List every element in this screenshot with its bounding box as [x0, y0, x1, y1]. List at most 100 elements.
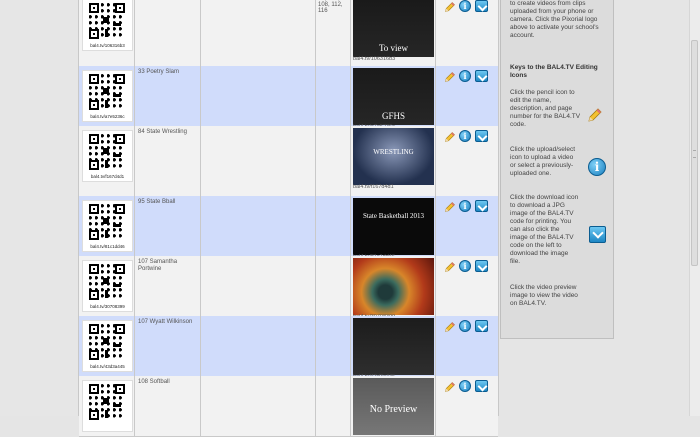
pencil-icon[interactable]	[444, 321, 456, 333]
qr-code-image[interactable]	[82, 380, 133, 432]
qr-cell: bal4.tv/106316b3	[79, 0, 135, 66]
pencil-help-text: Click the pencil icon to edit the name, de…	[510, 89, 590, 129]
pencil-help-line: number for the BAL4.TV	[510, 113, 581, 120]
row-action-icons: i	[444, 260, 498, 274]
preview-help-line: Click the video preview	[510, 284, 577, 291]
video-preview-text: WRESTLING	[373, 148, 414, 156]
qr-cell: bal4.tv/43d3a445	[79, 316, 135, 376]
table-row: bal4.tv/106316b3 General 65, 84,95, 107,…	[79, 0, 498, 67]
code-name: 95 State Bball	[138, 199, 176, 205]
video-preview[interactable]: State Basketball 2013	[353, 198, 434, 255]
download-help-line: code for printing. You	[510, 218, 572, 225]
upload-select-icon[interactable]: i	[459, 130, 471, 142]
actions-cell: i	[436, 196, 498, 256]
description-cell	[201, 0, 316, 66]
download-icon[interactable]	[475, 200, 488, 212]
qr-code-image[interactable]: bal4.tv/30708399	[82, 260, 133, 312]
upload-select-icon[interactable]: i	[459, 200, 471, 212]
upload-select-icon[interactable]: i	[459, 260, 471, 272]
upload-help-line: Click the upload/select	[510, 146, 576, 153]
qr-cell	[79, 376, 135, 436]
qr-code-image[interactable]: bal4.tv/a7e5236c	[82, 70, 133, 122]
pencil-icon[interactable]	[444, 71, 456, 83]
qr-code-icon	[89, 324, 125, 360]
actions-cell: i	[436, 376, 498, 436]
upload-select-icon[interactable]: i	[459, 70, 471, 82]
qr-code-image[interactable]: bal4.tv/81c1dd46	[82, 200, 133, 252]
name-cell: 107 Wyatt Wilkinson	[135, 316, 201, 376]
qr-cell: bal4.tv/81c1dd46	[79, 196, 135, 256]
video-preview[interactable]: WRESTLING	[353, 128, 434, 185]
actions-cell: i	[436, 316, 498, 376]
sidebar-intro: to create videos from clips uploaded from…	[510, 0, 610, 40]
qr-code-image[interactable]: bal4.tv/f167d4d1	[82, 130, 133, 182]
video-cell: State Basketball 2013 bal4.tv/81c1dd46	[351, 196, 436, 260]
download-help-line: download the image	[510, 250, 569, 257]
qr-code-icon	[89, 204, 125, 240]
description-cell	[201, 376, 316, 436]
video-preview-text: State Basketball 2013	[362, 212, 425, 220]
preview-help-text: Click the video preview image to view the…	[510, 284, 610, 308]
video-preview-text: No Preview	[369, 404, 418, 415]
pencil-icon[interactable]	[444, 201, 456, 213]
qr-code-icon	[89, 264, 125, 300]
row-action-icons: i	[444, 130, 498, 144]
row-action-icons: i	[444, 0, 498, 14]
pencil-help-line: Click the pencil icon to	[510, 89, 575, 96]
table-row: bal4.tv/f167d4d1 84 State Wrestling WRES…	[79, 126, 498, 197]
code-name: 84 State Wrestling	[138, 129, 187, 135]
name-cell: 108 Softball	[135, 376, 201, 436]
video-cell: bal4.tv/43d3a445	[351, 316, 436, 380]
upload-select-icon[interactable]: i	[459, 320, 471, 332]
actions-cell: i	[436, 256, 498, 316]
pencil-help-line: code.	[510, 121, 526, 128]
video-cell: No Preview	[351, 376, 436, 436]
pencil-icon[interactable]	[444, 1, 456, 13]
code-name: 33 Poetry Slam	[138, 69, 180, 75]
table-row: bal4.tv/81c1dd46 95 State Bball State Ba…	[79, 196, 498, 260]
video-preview[interactable]	[353, 258, 434, 315]
actions-cell: i	[436, 126, 498, 196]
qr-code-image[interactable]: bal4.tv/43d3a445	[82, 320, 133, 372]
page-numbers: 95, 107, 108, 112, 116	[318, 0, 343, 14]
row-action-icons: i	[444, 70, 498, 84]
pencil-icon[interactable]	[444, 381, 456, 393]
page-number-cell	[316, 66, 351, 126]
download-icon[interactable]	[475, 320, 488, 332]
description-cell	[201, 126, 316, 196]
download-icon[interactable]	[475, 130, 488, 142]
video-preview[interactable]: GFHS	[353, 68, 434, 125]
qr-code-icon	[89, 384, 125, 420]
qr-cell: bal4.tv/a7e5236c	[79, 66, 135, 126]
codes-table: bal4.tv/106316b3 General 65, 84,95, 107,…	[78, 0, 499, 437]
pencil-icon	[588, 108, 602, 122]
video-cell: To view bal4.tv/106316b3	[351, 0, 436, 66]
download-help-line: image of the BAL4.TV	[510, 210, 574, 217]
video-cell: GFHS bal4.tv/a7e5236c	[351, 66, 436, 130]
video-preview[interactable]: No Preview	[353, 378, 434, 435]
upload-help-line: or select a previously-	[510, 162, 574, 169]
video-preview[interactable]	[353, 318, 434, 375]
video-link-text: bal4.tv/f167d4d1	[353, 184, 394, 190]
video-preview[interactable]: To view	[353, 0, 434, 57]
download-icon[interactable]	[475, 0, 488, 12]
pencil-icon[interactable]	[444, 261, 456, 273]
download-help-line: to download a JPG	[510, 202, 565, 209]
download-icon[interactable]	[475, 380, 488, 392]
download-help-text: Click the download icon to download a JPG…	[510, 194, 590, 266]
page-number-cell	[316, 376, 351, 436]
download-help-line: can also click the	[510, 226, 560, 233]
upload-select-icon[interactable]: i	[459, 380, 471, 392]
upload-select-icon: i	[588, 158, 606, 176]
qr-code-image[interactable]: bal4.tv/106316b3	[82, 0, 133, 51]
page-left-margin	[0, 0, 78, 416]
download-help-line: file.	[510, 258, 521, 265]
qr-cell: bal4.tv/f167d4d1	[79, 126, 135, 196]
download-icon[interactable]	[475, 260, 488, 272]
upload-select-icon[interactable]: i	[459, 0, 471, 12]
download-icon[interactable]	[475, 70, 488, 82]
video-cell: bal4.tv/30708399	[351, 256, 436, 320]
sidebar-intro-line: camera. Click the Pixorial logo	[510, 16, 598, 23]
pencil-icon[interactable]	[444, 131, 456, 143]
download-help-line: Click the download icon	[510, 194, 579, 201]
